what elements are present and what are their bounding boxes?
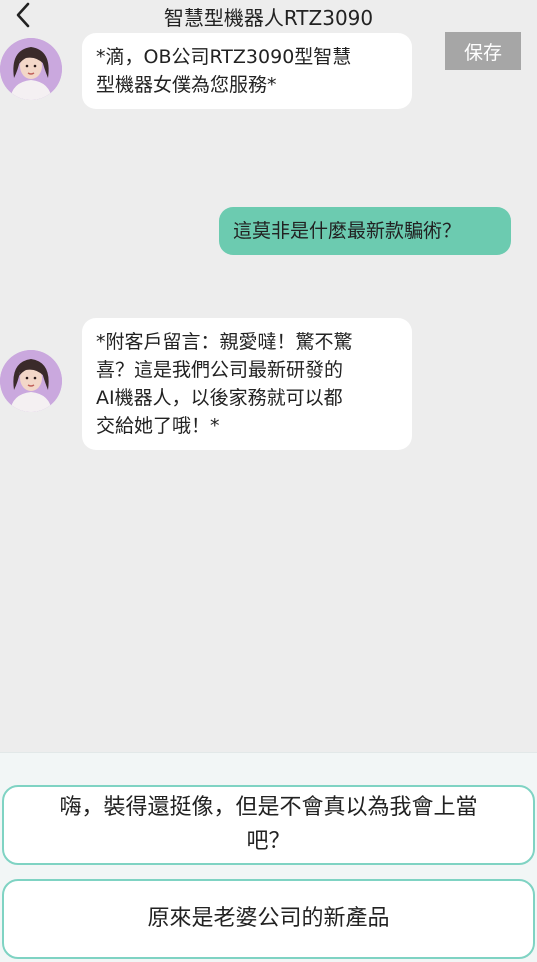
reply-choice-label: 嗨，裝得還挺像，但是不會真以為我會上當 吧？	[59, 795, 478, 854]
save-button[interactable]: 保存	[445, 32, 521, 70]
reply-choice-2[interactable]: 原來是老婆公司的新產品	[2, 879, 535, 959]
robot-avatar[interactable]	[0, 350, 62, 412]
woman-avatar-icon	[0, 350, 62, 412]
user-message: 這莫非是什麼最新款騙術？	[219, 207, 511, 255]
robot-message: *滴，OB公司RTZ3090型智慧 型機器女僕為您服務*	[82, 33, 412, 109]
reply-choice-label: 原來是老婆公司的新產品	[147, 906, 390, 931]
robot-message: *附客戶留言：親愛噠！驚不驚 喜？這是我們公司最新研發的 AI機器人，以後家務就…	[82, 318, 412, 450]
chat-title: 智慧型機器人RTZ3090	[163, 6, 374, 30]
woman-avatar-icon	[0, 38, 62, 100]
robot-avatar[interactable]	[0, 38, 62, 100]
reply-choices-panel: 嗨，裝得還挺像，但是不會真以為我會上當 吧？ 原來是老婆公司的新產品	[0, 752, 537, 962]
top-bar: 智慧型機器人RTZ3090	[0, 0, 537, 30]
reply-choice-1[interactable]: 嗨，裝得還挺像，但是不會真以為我會上當 吧？	[2, 785, 535, 865]
